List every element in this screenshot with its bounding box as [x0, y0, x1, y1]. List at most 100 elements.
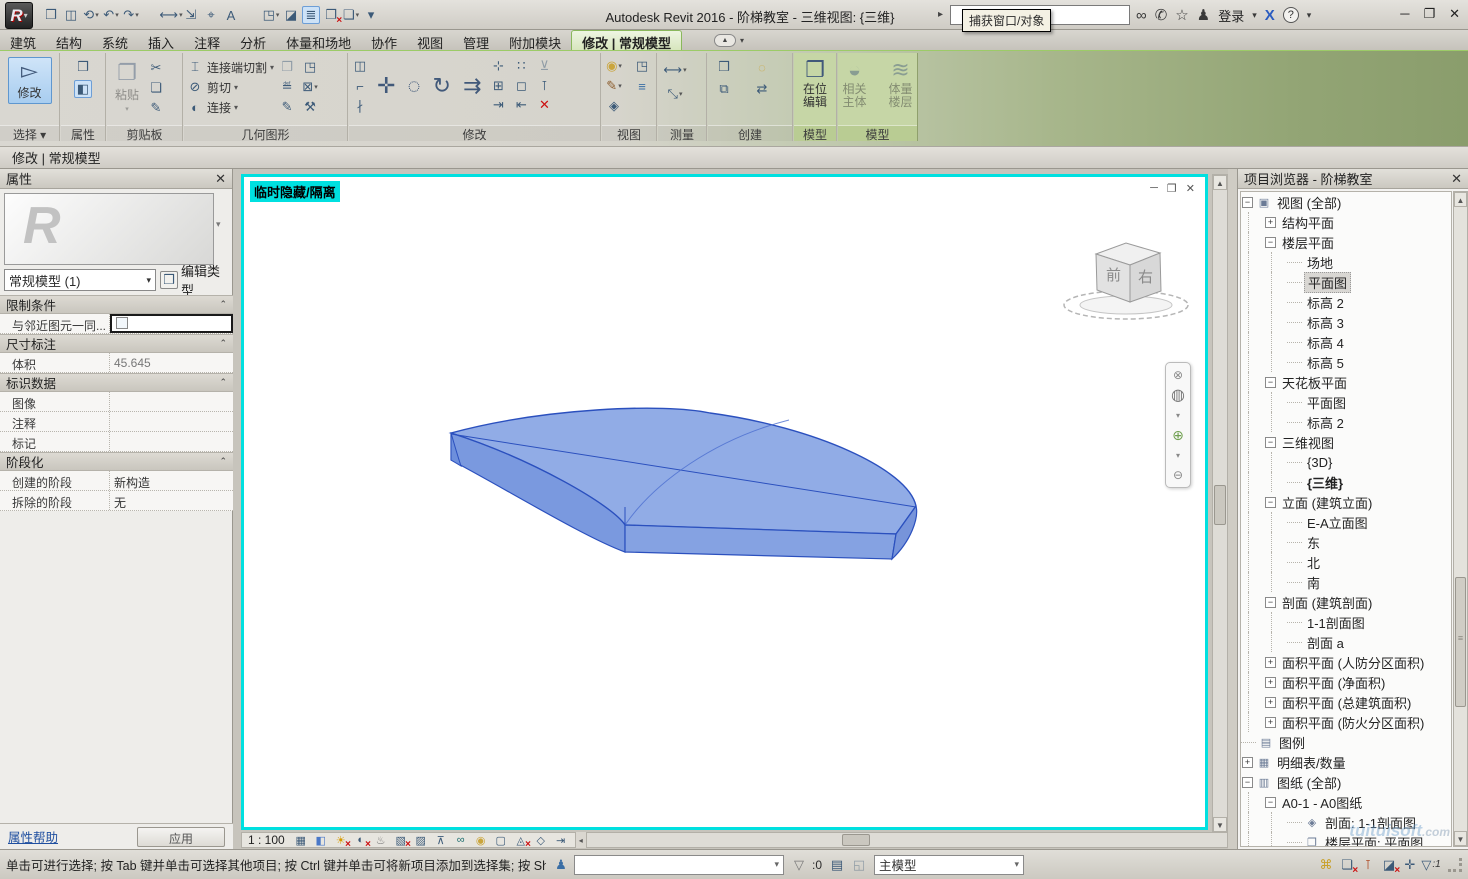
- tree-item[interactable]: ◈剖面: 1-1剖面图: [1241, 812, 1451, 832]
- tree-item-label[interactable]: 平面图: [1304, 272, 1351, 293]
- lock-3d-view-icon[interactable]: ⊼: [433, 833, 449, 848]
- tree-item[interactable]: +面积平面 (人防分区面积): [1241, 652, 1451, 672]
- vertical-scroll-thumb[interactable]: [1214, 485, 1226, 525]
- aligned-dimension-icon[interactable]: ⇲: [182, 6, 200, 24]
- tree-item[interactable]: {3D}: [1241, 452, 1451, 472]
- tree-item-label[interactable]: 东: [1304, 533, 1323, 552]
- minimize-button[interactable]: ─: [1400, 6, 1409, 22]
- view-scale[interactable]: 1 : 100: [248, 833, 285, 847]
- checkbox[interactable]: [116, 317, 128, 329]
- tree-item-label[interactable]: 图例: [1276, 733, 1308, 752]
- move-button[interactable]: ✛: [372, 57, 400, 115]
- tree-item-label[interactable]: 北: [1304, 553, 1323, 572]
- detail-level-icon[interactable]: ▦: [293, 833, 309, 848]
- offset-icon[interactable]: ⊹: [489, 57, 507, 75]
- scale-icon[interactable]: ⊞: [489, 77, 507, 95]
- scroll-left-icon[interactable]: ◂: [576, 836, 586, 845]
- viewport[interactable]: 前 右 临时隐藏/隔离 ─❐✕ ⊗◍▾⊕▾⊖: [241, 174, 1208, 830]
- collapse-section-icon[interactable]: ⌃: [219, 377, 227, 388]
- tree-item[interactable]: −三维视图: [1241, 432, 1451, 452]
- wheel-menu-icon[interactable]: ▾: [1169, 406, 1187, 424]
- tag-by-category-icon[interactable]: ⌖: [202, 6, 220, 24]
- override-brush-icon[interactable]: ✎▾: [605, 77, 623, 95]
- beam-cap-icon[interactable]: ≝: [278, 78, 296, 96]
- tree-item[interactable]: 标高 2: [1241, 292, 1451, 312]
- reveal-constraints-icon[interactable]: ⇥: [553, 833, 569, 848]
- worksets-icon[interactable]: ♟: [552, 856, 570, 874]
- help-dropdown-icon[interactable]: ▾: [1307, 10, 1312, 21]
- tree-item[interactable]: +面积平面 (总建筑面积): [1241, 692, 1451, 712]
- switch-windows-icon[interactable]: ❏▾: [342, 6, 360, 24]
- canvas-vertical-scrollbar[interactable]: ▲ ▼: [1212, 174, 1228, 833]
- edit-inplace-button[interactable]: ❒ 在位编辑: [796, 56, 834, 112]
- property-value[interactable]: [110, 314, 233, 333]
- panel-select-label[interactable]: 选择 ▾: [0, 125, 59, 141]
- modify-button[interactable]: ▻ 修改: [8, 57, 52, 104]
- tree-item-label[interactable]: 场地: [1304, 253, 1336, 272]
- design-options-dialog-icon[interactable]: ▤: [828, 856, 846, 874]
- minimize-ribbon-icon[interactable]: ▲: [714, 34, 736, 47]
- section-icon[interactable]: ◪: [282, 6, 300, 24]
- drag-elements-on-selection-icon[interactable]: ✛: [1401, 856, 1419, 874]
- tree-item-label[interactable]: 标高 5: [1304, 353, 1347, 372]
- tree-item[interactable]: +▦明细表/数量: [1241, 752, 1451, 772]
- tree-expander-icon[interactable]: −: [1265, 497, 1276, 508]
- visual-style-icon[interactable]: ◧: [313, 833, 329, 848]
- tree-item-label[interactable]: 面积平面 (防火分区面积): [1279, 713, 1427, 732]
- create-similar-icon[interactable]: ◌: [753, 58, 771, 76]
- unpin-icon[interactable]: ⊻: [535, 57, 553, 75]
- search-binoculars-icon[interactable]: ∞: [1136, 7, 1147, 24]
- mass-floors-button[interactable]: ≋ 体量楼层: [879, 56, 923, 112]
- pin-icon[interactable]: ⊺: [535, 77, 553, 95]
- tree-expander-icon[interactable]: −: [1265, 237, 1276, 248]
- sign-in-label[interactable]: 登录: [1218, 6, 1244, 25]
- tree-item-label[interactable]: 面积平面 (人防分区面积): [1279, 653, 1427, 672]
- family-types-icon[interactable]: ❒: [74, 58, 92, 76]
- browser-scroll-down-icon[interactable]: ▼: [1454, 831, 1467, 846]
- tree-expander-icon[interactable]: +: [1265, 217, 1276, 228]
- selection-filter-icon[interactable]: ▽:1: [1422, 856, 1440, 874]
- measure-ruler-icon[interactable]: ⟷▾: [666, 61, 684, 79]
- tree-expander-icon[interactable]: +: [1242, 757, 1253, 768]
- tree-item[interactable]: 标高 5: [1241, 352, 1451, 372]
- mirror-pick-icon[interactable]: ◫: [351, 57, 369, 75]
- tree-item[interactable]: −立面 (建筑立面): [1241, 492, 1451, 512]
- tree-item-label[interactable]: 图纸 (全部): [1274, 773, 1344, 792]
- tree-expander-icon[interactable]: −: [1265, 797, 1276, 808]
- section-header[interactable]: 标识数据⌃: [0, 373, 233, 392]
- infocenter-collapse-arrow[interactable]: ▸: [938, 9, 943, 20]
- tree-item-label[interactable]: 面积平面 (总建筑面积): [1279, 693, 1414, 712]
- zoom-tool-icon[interactable]: ⊕: [1169, 426, 1187, 444]
- trim-corner-icon[interactable]: ◻: [512, 77, 530, 95]
- tree-item-label[interactable]: 剖面: 1-1剖面图: [1322, 813, 1419, 832]
- paint-icon[interactable]: ✎: [278, 98, 296, 116]
- tab-结构[interactable]: 结构: [46, 31, 92, 51]
- tree-item-label[interactable]: 剖面 (建筑剖面): [1279, 593, 1375, 612]
- scroll-up-icon[interactable]: ▲: [1213, 175, 1227, 190]
- edit-type-button[interactable]: ❒ 编辑类型: [160, 269, 230, 291]
- sync-with-central-icon[interactable]: ⟲▾: [82, 6, 100, 24]
- tree-item[interactable]: 东: [1241, 532, 1451, 552]
- show-crop-region-icon[interactable]: ▨: [413, 833, 429, 848]
- tree-item-label[interactable]: 三维视图: [1279, 433, 1337, 452]
- linework-icon[interactable]: ◈: [605, 97, 623, 115]
- tree-item-label[interactable]: 标高 3: [1304, 313, 1347, 332]
- tree-expander-icon[interactable]: +: [1265, 657, 1276, 668]
- properties-help-link[interactable]: 属性帮助: [8, 827, 58, 846]
- tree-item[interactable]: ❐楼层平面: 平面图: [1241, 832, 1451, 847]
- undo-icon[interactable]: ↶▾: [102, 6, 120, 24]
- related-host-button[interactable]: ◒ 相关主体: [833, 56, 877, 112]
- property-value[interactable]: 45.645: [110, 353, 233, 372]
- temporary-hide-isolate-icon[interactable]: ∞: [453, 833, 469, 848]
- tree-item-label[interactable]: 标高 2: [1304, 413, 1347, 432]
- wall-joins-icon[interactable]: ⊠▾: [301, 78, 319, 96]
- tree-expander-icon[interactable]: −: [1242, 777, 1253, 788]
- editing-requests-icon[interactable]: ▽: [790, 856, 808, 874]
- customize-qat-icon[interactable]: ▾: [362, 6, 380, 24]
- tree-expander-icon[interactable]: +: [1265, 717, 1276, 728]
- tab-系统[interactable]: 系统: [92, 31, 138, 51]
- navbar-collapse-icon[interactable]: ⊖: [1169, 466, 1187, 484]
- tree-item-label[interactable]: 天花板平面: [1279, 373, 1350, 392]
- measure-diagonal-icon[interactable]: ⤡▾: [666, 85, 684, 103]
- collapse-section-icon[interactable]: ⌃: [219, 456, 227, 467]
